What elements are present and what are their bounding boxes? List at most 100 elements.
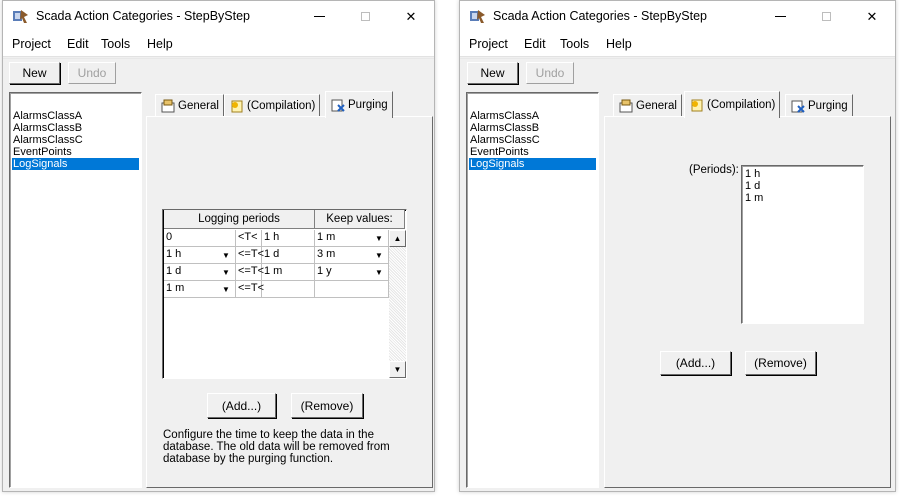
cell-to[interactable]: 1 m (262, 264, 315, 281)
general-icon (619, 99, 633, 113)
tab-general[interactable]: General (613, 94, 682, 117)
list-item[interactable]: EventPoints (12, 146, 139, 158)
tab-compilation-label: (Compilation) (247, 100, 316, 112)
compilation-icon (231, 100, 243, 113)
periods-list[interactable]: 1 h 1 d 1 m (741, 165, 864, 324)
minimize-button[interactable] (757, 1, 803, 32)
tab-general-label: General (178, 100, 219, 112)
menu-tools[interactable]: Tools (101, 37, 130, 51)
scroll-up-icon[interactable]: ▲ (389, 230, 406, 247)
maximize-icon (360, 12, 370, 21)
toolbar-divider (460, 58, 895, 59)
list-item[interactable]: 1 m (745, 192, 860, 204)
menu-bar: Project Edit Tools Help (3, 32, 434, 57)
undo-button[interactable]: Undo (68, 62, 116, 84)
cell-from-value: 1 m (166, 282, 185, 294)
cell-from[interactable]: 1 m ▼ (164, 281, 236, 298)
title-bar[interactable]: Scada Action Categories - StepByStep ✕ (3, 1, 434, 32)
list-item[interactable]: AlarmsClassB (469, 122, 596, 134)
cell-from[interactable]: 1 h ▼ (164, 247, 236, 264)
window-title: Scada Action Categories - StepByStep (493, 9, 708, 23)
list-item[interactable]: 1 h (745, 168, 860, 180)
cell-keep[interactable]: 1 m ▼ (315, 230, 389, 247)
menu-help[interactable]: Help (606, 37, 632, 51)
menu-edit[interactable]: Edit (67, 37, 89, 51)
dropdown-arrow-icon[interactable]: ▼ (371, 265, 387, 279)
close-button[interactable]: ✕ (388, 1, 434, 32)
remove-button[interactable]: (Remove) (291, 393, 363, 418)
periods-label: (Periods): (689, 164, 739, 176)
add-button[interactable]: (Add...) (660, 351, 731, 375)
dropdown-arrow-icon[interactable]: ▼ (218, 282, 234, 296)
list-item[interactable]: 1 d (745, 180, 860, 192)
tab-general[interactable]: General (155, 94, 224, 117)
maximize-button[interactable] (342, 1, 388, 32)
tab-compilation-label: (Compilation) (707, 99, 776, 111)
list-item[interactable]: AlarmsClassA (469, 110, 596, 122)
close-icon: ✕ (866, 8, 878, 24)
category-list[interactable]: AlarmsClassA AlarmsClassB AlarmsClassC E… (466, 92, 599, 488)
cell-to[interactable] (262, 281, 315, 298)
tab-compilation[interactable]: (Compilation) (684, 91, 781, 118)
logging-periods-grid[interactable]: Logging periods Keep values: 0 <T< 1 h 1… (162, 209, 407, 379)
remove-button[interactable]: (Remove) (745, 351, 816, 375)
cell-from[interactable]: 1 d ▼ (164, 264, 236, 281)
cell-keep[interactable] (315, 281, 389, 298)
tab-panel-purging: Logging periods Keep values: 0 <T< 1 h 1… (146, 116, 433, 488)
minimize-icon (774, 16, 786, 17)
list-item-selected[interactable]: LogSignals (469, 158, 596, 170)
tab-purging[interactable]: Purging (325, 91, 393, 118)
list-item[interactable]: EventPoints (469, 146, 596, 158)
list-item[interactable]: AlarmsClassA (12, 110, 139, 122)
new-button[interactable]: New (467, 62, 518, 84)
general-icon (161, 99, 175, 113)
cell-operator: <=T< (236, 281, 264, 298)
close-button[interactable]: ✕ (849, 1, 895, 32)
header-keep-values[interactable]: Keep values: (315, 210, 405, 229)
dropdown-arrow-icon[interactable]: ▼ (218, 265, 234, 279)
menu-project[interactable]: Project (12, 37, 51, 51)
cell-operator: <=T< (236, 264, 264, 281)
window-title: Scada Action Categories - StepByStep (36, 9, 251, 23)
app-icon (470, 10, 485, 23)
dropdown-arrow-icon[interactable]: ▼ (371, 231, 387, 245)
scroll-down-icon[interactable]: ▼ (389, 361, 406, 378)
menu-project[interactable]: Project (469, 37, 508, 51)
new-button[interactable]: New (9, 62, 60, 84)
cell-to[interactable]: 1 d (262, 247, 315, 264)
list-item[interactable]: AlarmsClassC (469, 134, 596, 146)
cell-from-value: 1 h (166, 248, 182, 260)
cell-operator: <T< (236, 230, 262, 247)
list-item[interactable]: AlarmsClassB (12, 122, 139, 134)
list-item-selected[interactable]: LogSignals (12, 158, 139, 170)
menu-help[interactable]: Help (147, 37, 173, 51)
category-list[interactable]: AlarmsClassA AlarmsClassB AlarmsClassC E… (9, 92, 142, 488)
menu-edit[interactable]: Edit (524, 37, 546, 51)
cell-keep-value: 1 m (317, 231, 336, 243)
dropdown-arrow-icon[interactable]: ▼ (218, 248, 234, 262)
cell-keep[interactable]: 3 m ▼ (315, 247, 389, 264)
cell-from-value: 1 d (166, 265, 182, 277)
purging-icon (791, 100, 805, 113)
minimize-icon (313, 16, 325, 17)
title-bar[interactable]: Scada Action Categories - StepByStep ✕ (460, 1, 895, 32)
dropdown-arrow-icon[interactable]: ▼ (371, 248, 387, 262)
tab-compilation[interactable]: (Compilation) (224, 94, 321, 117)
tab-purging-label: Purging (808, 100, 848, 112)
add-button[interactable]: (Add...) (207, 393, 276, 418)
tab-panel-compilation: (Periods): 1 h 1 d 1 m (Add...) (Remove) (604, 116, 891, 488)
purging-description: Configure the time to keep the data in t… (163, 429, 390, 465)
list-item[interactable]: AlarmsClassC (12, 134, 139, 146)
cell-keep[interactable]: 1 y ▼ (315, 264, 389, 281)
cell-keep-value: 3 m (317, 248, 336, 260)
maximize-button[interactable] (803, 1, 849, 32)
undo-button[interactable]: Undo (526, 62, 574, 84)
tab-purging[interactable]: Purging (785, 94, 853, 117)
minimize-button[interactable] (296, 1, 342, 32)
menu-bar: Project Edit Tools Help (460, 32, 895, 57)
cell-to[interactable]: 1 h (262, 230, 315, 247)
grid-scrollbar[interactable]: ▲ ▼ (389, 230, 406, 378)
cell-from[interactable]: 0 (164, 230, 236, 247)
header-logging-periods[interactable]: Logging periods (164, 210, 315, 229)
menu-tools[interactable]: Tools (560, 37, 589, 51)
